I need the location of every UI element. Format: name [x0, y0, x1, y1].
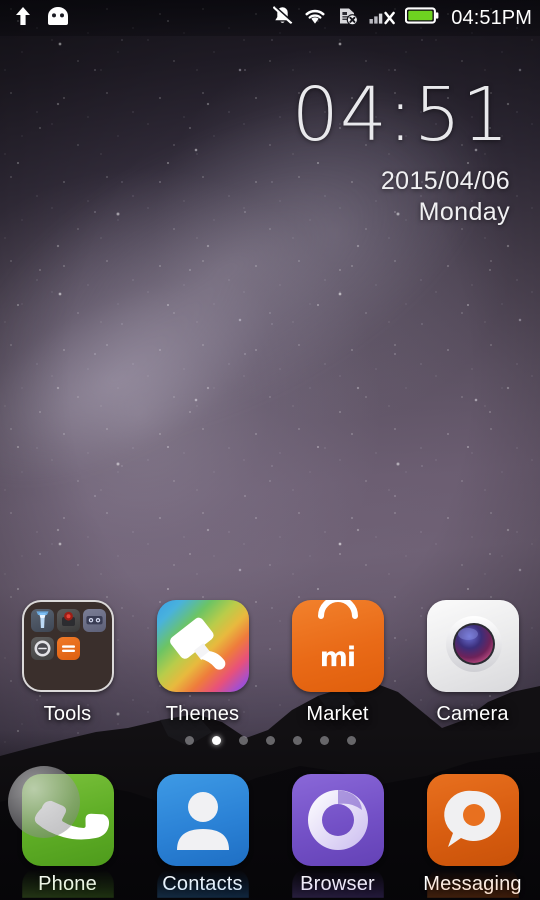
phone-icon-reflection — [21, 868, 114, 898]
compass-icon — [30, 637, 54, 660]
app-label-themes: Themes — [165, 703, 240, 725]
app-item-tools[interactable]: Tools — [0, 600, 135, 726]
battery-full-icon — [405, 6, 439, 30]
page-dot-active[interactable] — [211, 736, 221, 745]
signal-none-icon — [369, 6, 396, 30]
page-indicator[interactable] — [0, 736, 540, 745]
app-item-themes[interactable]: Themes — [135, 600, 270, 726]
clock-widget-weekday: Monday — [418, 198, 510, 226]
contacts-icon-reflection — [156, 868, 249, 898]
home-screen: 04:51PM 04:51 2015/04/06 Monday Tools Th… — [0, 0, 540, 900]
status-bar[interactable]: 04:51PM — [0, 0, 540, 36]
app-item-camera[interactable]: Camera — [405, 600, 540, 726]
dock-item-phone[interactable]: Phone — [0, 768, 135, 900]
page-dot[interactable] — [184, 736, 194, 745]
wifi-icon — [303, 6, 327, 30]
dock-item-browser[interactable]: Browser — [270, 768, 405, 900]
status-bar-clock: 04:51PM — [451, 6, 532, 29]
upload-arrow-icon — [14, 6, 32, 31]
page-dot[interactable] — [265, 736, 275, 745]
messaging-icon-wrap[interactable] — [426, 774, 519, 898]
page-dot[interactable] — [346, 736, 356, 745]
recorder-icon — [56, 609, 80, 632]
camera-icon-wrap[interactable] — [426, 600, 519, 692]
app-grid: Tools Themes mi Market Camera — [0, 600, 540, 726]
dock: Phone Contacts Browser Messaging — [0, 768, 540, 900]
phone-icon-wrap[interactable] — [21, 774, 114, 898]
themes-icon-wrap[interactable] — [156, 600, 249, 692]
contacts-icon-wrap[interactable] — [156, 774, 249, 898]
app-label-tools: Tools — [43, 703, 92, 725]
speech-bubble-icon[interactable] — [426, 774, 519, 866]
app-label-camera: Camera — [436, 703, 509, 725]
messaging-icon-reflection — [426, 868, 519, 898]
page-dot[interactable] — [319, 736, 329, 745]
paintbrush-icon[interactable] — [156, 600, 249, 692]
market-icon-wrap[interactable]: mi — [291, 600, 384, 692]
tools-folder-icon-wrap[interactable] — [21, 600, 114, 692]
folder-icon[interactable] — [21, 600, 114, 692]
notes-icon — [82, 609, 106, 632]
browser-icon-reflection — [291, 868, 384, 898]
sim-card-missing-icon — [337, 6, 359, 31]
browser-spiral-icon[interactable] — [291, 774, 384, 866]
camera-lens-icon[interactable] — [426, 600, 519, 692]
flashlight-icon — [30, 609, 54, 632]
android-robot-icon — [46, 6, 70, 30]
clock-widget[interactable]: 04:51 2015/04/06 Monday — [292, 78, 510, 228]
dock-item-messaging[interactable]: Messaging — [405, 768, 540, 900]
status-bar-system-icons: 04:51PM — [272, 5, 532, 31]
person-icon[interactable] — [156, 774, 249, 866]
page-dot[interactable] — [238, 736, 248, 745]
app-item-market[interactable]: mi Market — [270, 600, 405, 726]
page-dot[interactable] — [292, 736, 302, 745]
clock-widget-time: 04:51 — [291, 72, 510, 158]
phone-handset-icon[interactable] — [21, 774, 114, 866]
calculator-icon — [56, 637, 80, 660]
clock-widget-date: 2015/04/06 — [380, 167, 510, 195]
mi-brand-text: mi — [319, 642, 356, 673]
browser-icon-wrap[interactable] — [291, 774, 384, 898]
dock-item-contacts[interactable]: Contacts — [135, 768, 270, 900]
shopping-bag-icon[interactable]: mi — [291, 600, 384, 692]
app-label-market: Market — [306, 703, 369, 725]
status-bar-notifications — [14, 6, 70, 31]
vibrate-mute-icon — [272, 5, 293, 31]
